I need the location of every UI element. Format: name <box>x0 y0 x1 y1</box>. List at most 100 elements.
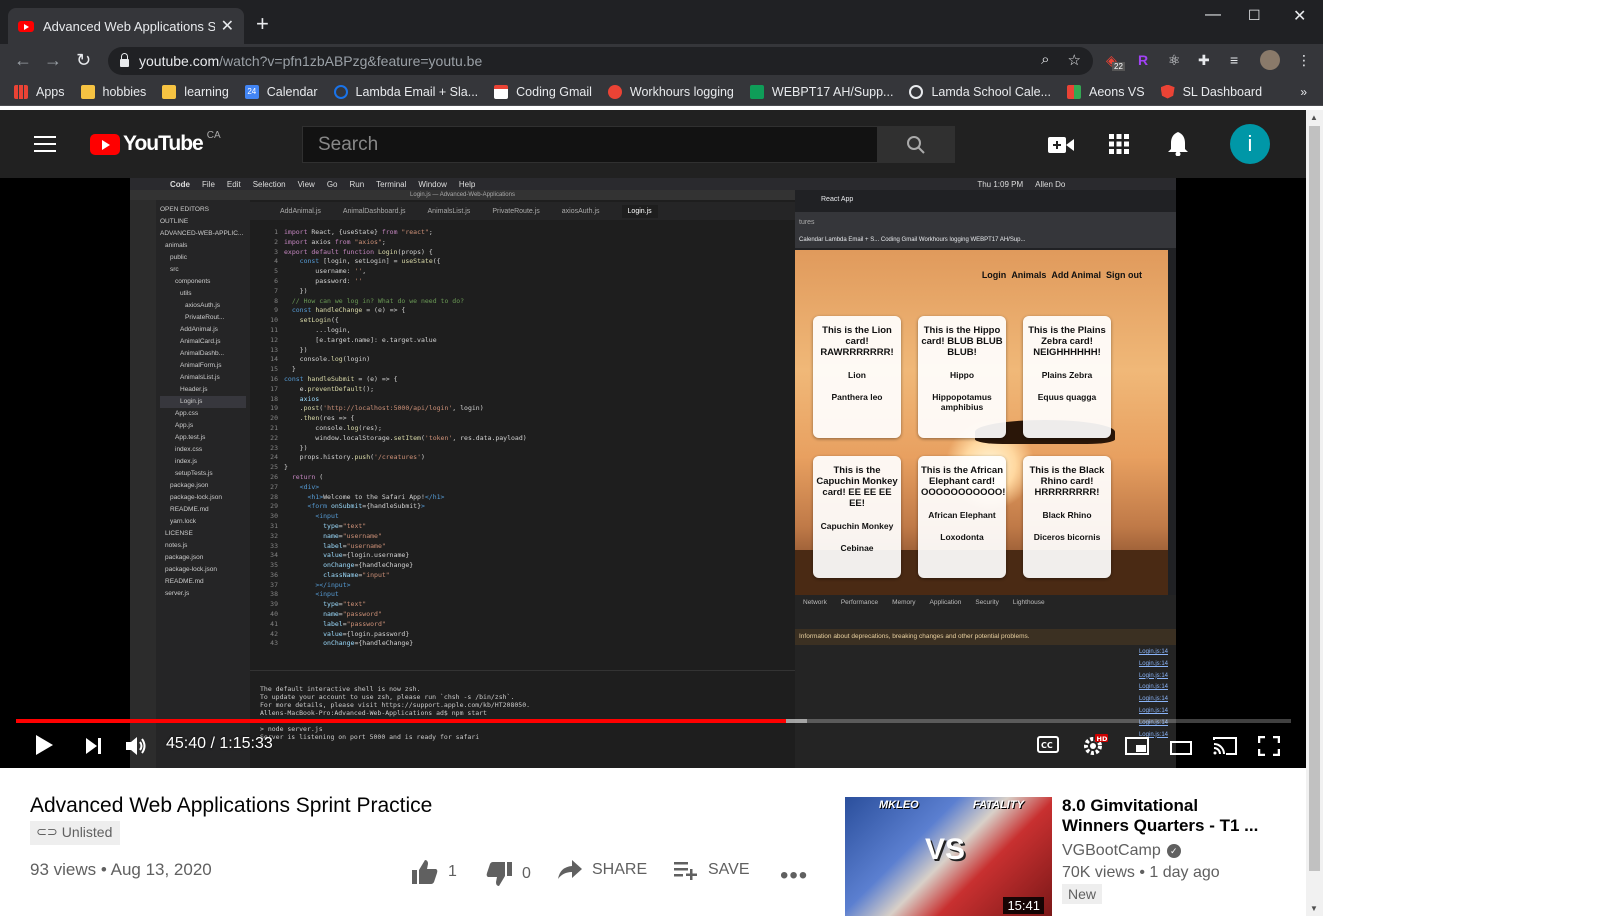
create-video-icon[interactable] <box>1048 134 1074 160</box>
recommended-video-title[interactable]: 8.0 Gimvitational Winners Quarters - T1 … <box>1062 796 1262 836</box>
browser-tab-youtube[interactable]: Advanced Web Applications Sprint ✕ <box>8 8 244 44</box>
bookmark-star-icon[interactable]: ☆ <box>1068 51 1081 69</box>
explorer-item: server.js <box>165 590 190 597</box>
volume-icon[interactable] <box>126 736 148 761</box>
folder-icon <box>162 84 177 99</box>
video-player[interactable]: Code File Edit Selection View Go Run Ter… <box>0 178 1306 768</box>
calendar-icon: 24 <box>244 84 259 99</box>
close-tab-icon[interactable]: ✕ <box>221 16 234 36</box>
bookmark-apps[interactable]: Apps <box>14 84 65 99</box>
bookmark-lambda-calendar[interactable]: Lamda School Cale... <box>909 84 1051 99</box>
account-avatar[interactable]: i <box>1230 124 1270 164</box>
zoom-icon[interactable]: ⌕ <box>1041 51 1049 69</box>
browser-window: Advanced Web Applications Sprint ✕ + — ☐… <box>0 0 1323 916</box>
scroll-up-icon[interactable]: ▲ <box>1310 113 1318 122</box>
recommended-video-thumbnail[interactable]: MKLEO FATALITY VS 15:41 <box>845 797 1052 916</box>
desktop-background <box>1323 0 1597 916</box>
nav-link: Add Animal <box>1051 270 1101 280</box>
progress-bar[interactable] <box>16 719 1291 723</box>
next-video-icon[interactable] <box>86 738 102 759</box>
explorer-item: LICENSE <box>165 530 193 537</box>
bookmark-lambda-email[interactable]: Lambda Email + Sla... <box>333 84 478 99</box>
hamburger-menu-icon[interactable] <box>34 136 56 152</box>
settings-gear-icon[interactable]: HD <box>1082 734 1108 761</box>
code-editor: import React, {useState} from "react"; i… <box>284 228 527 648</box>
miniplayer-icon[interactable] <box>1125 737 1149 760</box>
bookmark-aeons-vs[interactable]: Aeons VS <box>1067 84 1145 99</box>
devtools-source-link: Login.js:14 <box>1138 696 1168 703</box>
minimize-icon[interactable]: — <box>1205 6 1221 24</box>
devtools-source-link: Login.js:14 <box>1138 649 1168 655</box>
extension-badge: 22 <box>1112 62 1125 71</box>
cast-icon[interactable] <box>1212 736 1238 761</box>
media-queue-icon[interactable]: ≡ <box>1230 52 1238 68</box>
youtube-logo[interactable]: YouTube CA <box>90 130 221 156</box>
recommended-channel[interactable]: VGBootCamp ✓ <box>1062 842 1181 860</box>
devtools-source-link: Login.js:14 <box>1138 684 1168 691</box>
apps-grid-icon[interactable] <box>1109 134 1129 160</box>
search-button[interactable] <box>877 126 955 163</box>
search-input[interactable]: Search <box>302 126 878 163</box>
react-bookmarks: Calendar Lambda Email + S... Coding Gmai… <box>795 234 1176 248</box>
editor-tab: AnimalDashboard.js <box>342 207 406 215</box>
more-bookmarks-icon[interactable]: » <box>1300 85 1307 99</box>
play-icon[interactable] <box>36 735 53 755</box>
thumbs-down-icon <box>486 862 512 886</box>
bookmark-calendar[interactable]: 24 Calendar <box>244 84 318 99</box>
profile-avatar[interactable] <box>1260 50 1280 70</box>
more-actions-icon[interactable]: ••• <box>780 862 808 890</box>
unlisted-badge: ⊂⊃ Unlisted <box>30 821 121 845</box>
devtools-tab: Performance <box>840 599 879 606</box>
extensions-puzzle-icon[interactable]: ✚ <box>1198 52 1210 69</box>
thumb-player-left: MKLEO <box>879 799 919 811</box>
forward-icon[interactable]: → <box>44 50 62 71</box>
video-title: Advanced Web Applications Sprint Practic… <box>30 794 433 817</box>
like-button[interactable]: 1 <box>412 860 457 884</box>
animal-card: This is the African Elephant card! OOOOO… <box>918 456 1006 578</box>
devtools-source-link: Login.js:14 <box>1138 672 1168 679</box>
explorer-item: ADVANCED-WEB-APPLIC... <box>160 230 244 237</box>
maximize-icon[interactable]: ☐ <box>1248 7 1261 24</box>
bookmark-sl-dashboard[interactable]: SL Dashboard <box>1160 84 1262 99</box>
devtools-source-link: Login.js:14 <box>1138 660 1168 667</box>
explorer-item: OPEN EDITORS <box>160 206 210 213</box>
lock-icon <box>120 53 129 67</box>
bookmark-coding-gmail[interactable]: Coding Gmail <box>494 84 592 99</box>
react-devtools-icon[interactable]: ⚛ <box>1168 52 1181 69</box>
back-icon[interactable]: ← <box>14 50 32 71</box>
address-bar[interactable]: youtube.com/watch?v=pfn1zbABPzg&feature=… <box>108 47 1093 75</box>
scroll-down-icon[interactable]: ▼ <box>1310 904 1318 913</box>
close-window-icon[interactable]: ✕ <box>1293 6 1306 26</box>
notifications-bell-icon[interactable] <box>1168 132 1188 162</box>
dislike-button[interactable]: 0 <box>486 862 531 886</box>
new-tab-icon[interactable]: + <box>256 12 269 36</box>
scrollbar-thumb[interactable] <box>1309 126 1320 871</box>
r-extension-icon[interactable]: R <box>1138 52 1148 68</box>
explorer-item: Login.js <box>160 396 246 408</box>
devtools-tab: Memory <box>892 599 916 606</box>
reload-icon[interactable]: ↻ <box>76 50 91 71</box>
lambda-icon <box>333 84 348 99</box>
youtube-wordmark: YouTube <box>123 132 204 155</box>
theater-mode-icon[interactable] <box>1170 739 1192 760</box>
react-tab-title: React App <box>821 196 854 203</box>
record-icon <box>607 84 622 99</box>
devtools-tab: Application <box>929 599 962 606</box>
explorer-item: App.css <box>175 410 199 417</box>
share-button[interactable]: SHARE <box>558 860 647 880</box>
mac-clock: Thu 1:09 PM <box>977 179 1024 189</box>
verified-check-icon: ✓ <box>1166 844 1181 858</box>
save-button[interactable]: SAVE <box>674 860 750 880</box>
captions-icon[interactable]: CC <box>1037 736 1059 758</box>
fullscreen-icon[interactable] <box>1257 735 1281 761</box>
mac-user: Allen Do <box>1035 179 1066 189</box>
url-host: youtube.com <box>139 53 220 69</box>
menu-dots-icon[interactable]: ⋮ <box>1297 52 1311 69</box>
tab-strip: Advanced Web Applications Sprint ✕ + — ☐… <box>0 0 1323 44</box>
bookmark-workhours[interactable]: Workhours logging <box>607 84 734 99</box>
bookmark-webpt17[interactable]: WEBPT17 AH/Supp... <box>749 84 893 99</box>
page-scrollbar[interactable]: ▲ ▼ <box>1306 110 1323 916</box>
bookmark-hobbies[interactable]: hobbies <box>80 84 146 99</box>
explorer-item: axiosAuth.js <box>185 302 221 309</box>
bookmark-learning[interactable]: learning <box>162 84 229 99</box>
